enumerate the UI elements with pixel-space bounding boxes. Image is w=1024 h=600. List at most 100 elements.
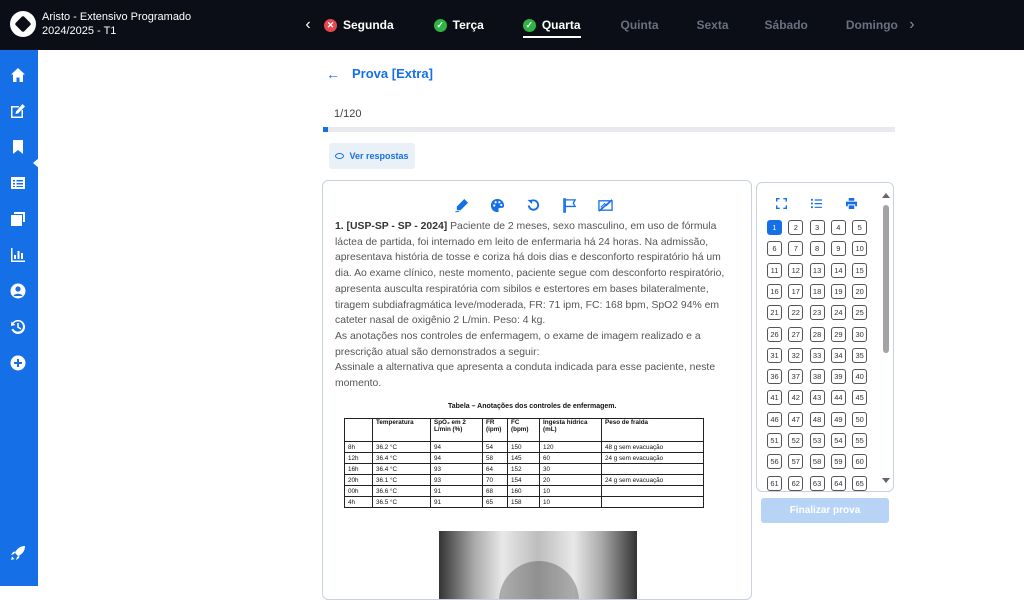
question-number-button[interactable]: 10	[852, 241, 868, 257]
question-number-button[interactable]: 6	[767, 241, 782, 257]
tab-segunda[interactable]: Segunda	[324, 0, 394, 50]
question-number-button[interactable]: 3	[809, 220, 825, 235]
question-number-button[interactable]: 4	[830, 220, 846, 235]
question-number-button[interactable]: 49	[830, 411, 846, 427]
question-number-button[interactable]: 27	[788, 326, 804, 342]
question-number-button[interactable]: 16	[767, 283, 782, 299]
question-number-button[interactable]: 57	[788, 454, 804, 470]
question-number-button[interactable]: 39	[830, 369, 846, 385]
question-number-button[interactable]: 47	[788, 411, 804, 427]
question-number-button[interactable]: 23	[809, 305, 825, 321]
add-icon[interactable]	[9, 354, 27, 372]
question-number-button[interactable]: 43	[809, 390, 825, 406]
rocket-icon[interactable]	[9, 544, 27, 562]
highlighter-icon[interactable]	[453, 197, 469, 213]
question-number-button[interactable]: 21	[767, 305, 782, 321]
question-number-button[interactable]: 48	[809, 411, 825, 427]
question-number-button[interactable]: 14	[830, 262, 846, 278]
palette-icon[interactable]	[489, 197, 505, 213]
question-number-button[interactable]: 45	[852, 390, 868, 406]
question-number-button[interactable]: 58	[809, 454, 825, 470]
question-number-button[interactable]: 55	[852, 433, 868, 448]
list-icon[interactable]	[9, 174, 27, 192]
question-number-button[interactable]: 40	[852, 369, 868, 385]
scroll-up-arrow[interactable]	[882, 193, 890, 198]
tab-domingo[interactable]: Domingo	[846, 0, 898, 50]
question-number-button[interactable]: 54	[830, 433, 846, 448]
question-number-button[interactable]: 46	[767, 411, 782, 427]
question-number-button[interactable]: 44	[830, 390, 846, 406]
back-arrow-icon[interactable]: ←	[326, 66, 340, 82]
question-number-button[interactable]: 26	[767, 326, 782, 342]
question-number-button[interactable]: 32	[788, 347, 804, 363]
question-number-button[interactable]: 60	[852, 454, 868, 470]
aristo-logo-icon[interactable]	[10, 11, 36, 37]
question-number-button[interactable]: 20	[852, 283, 868, 299]
question-number-button[interactable]: 11	[767, 262, 782, 278]
question-number-button[interactable]: 17	[788, 283, 804, 299]
navigator-scrollbar[interactable]	[881, 189, 891, 487]
question-number-button[interactable]: 2	[788, 220, 804, 235]
question-number-button[interactable]: 63	[809, 475, 825, 491]
question-number-button[interactable]: 37	[788, 369, 804, 385]
question-number-button[interactable]: 31	[767, 347, 782, 363]
show-answers-button[interactable]: Ver respostas	[329, 143, 415, 169]
question-number-button[interactable]: 9	[830, 241, 846, 257]
chevron-right-icon[interactable]: ›	[904, 16, 920, 34]
question-number-button[interactable]: 8	[809, 241, 825, 257]
question-number-button[interactable]: 35	[852, 347, 868, 363]
checklist-icon[interactable]	[810, 197, 822, 209]
question-number-button[interactable]: 29	[830, 326, 846, 342]
question-number-button[interactable]: 25	[852, 305, 868, 321]
edit-icon[interactable]	[9, 102, 27, 120]
question-number-button[interactable]: 65	[852, 475, 868, 491]
question-number-button[interactable]: 30	[852, 326, 868, 342]
question-number-button[interactable]: 52	[788, 433, 804, 448]
tab-sabado[interactable]: Sábado	[765, 0, 808, 50]
chevron-left-icon[interactable]: ‹	[300, 16, 316, 34]
question-number-button[interactable]: 18	[809, 283, 825, 299]
question-number-button[interactable]: 34	[830, 347, 846, 363]
user-icon[interactable]	[9, 282, 27, 300]
home-icon[interactable]	[9, 66, 27, 84]
question-number-button[interactable]: 61	[767, 475, 782, 491]
question-number-button[interactable]: 62	[788, 475, 804, 491]
expand-icon[interactable]	[775, 197, 787, 209]
question-number-button[interactable]: 64	[830, 475, 846, 491]
question-number-button[interactable]: 50	[852, 411, 868, 427]
tab-terca[interactable]: Terça	[433, 0, 484, 50]
finish-exam-button[interactable]: Finalizar prova	[761, 498, 889, 523]
question-number-button[interactable]: 59	[830, 454, 846, 470]
question-number-button[interactable]: 13	[809, 262, 825, 278]
question-number-button[interactable]: 53	[809, 433, 825, 448]
question-number-button[interactable]: 5	[852, 220, 868, 235]
scroll-thumb[interactable]	[883, 205, 889, 353]
print-icon[interactable]	[845, 197, 857, 209]
question-number-button[interactable]: 22	[788, 305, 804, 321]
question-number-button[interactable]: 19	[830, 283, 846, 299]
question-number-button[interactable]: 7	[788, 241, 804, 257]
cards-icon[interactable]	[9, 210, 27, 228]
flag-icon[interactable]	[561, 197, 577, 213]
chart-icon[interactable]	[9, 246, 27, 264]
question-number-button[interactable]: 51	[767, 433, 782, 448]
question-number-button[interactable]: 24	[830, 305, 846, 321]
question-number-button[interactable]: 15	[852, 262, 868, 278]
undo-icon[interactable]	[525, 197, 541, 213]
question-number-button[interactable]: 12	[788, 262, 804, 278]
bookmark-icon[interactable]	[9, 138, 27, 156]
question-number-button[interactable]: 36	[767, 369, 782, 385]
strike-icon[interactable]	[597, 197, 613, 213]
question-number-button[interactable]: 38	[809, 369, 825, 385]
scroll-down-arrow[interactable]	[882, 478, 890, 483]
question-number-button[interactable]: 28	[809, 326, 825, 342]
history-icon[interactable]	[9, 318, 27, 336]
tab-quarta[interactable]: Quarta	[522, 0, 581, 50]
tab-quinta[interactable]: Quinta	[621, 0, 659, 50]
question-number-button[interactable]: 33	[809, 347, 825, 363]
question-number-button[interactable]: 1	[767, 220, 782, 235]
tab-sexta[interactable]: Sexta	[697, 0, 729, 50]
question-number-button[interactable]: 56	[767, 454, 782, 470]
question-number-button[interactable]: 42	[788, 390, 804, 406]
question-number-button[interactable]: 41	[767, 390, 782, 406]
